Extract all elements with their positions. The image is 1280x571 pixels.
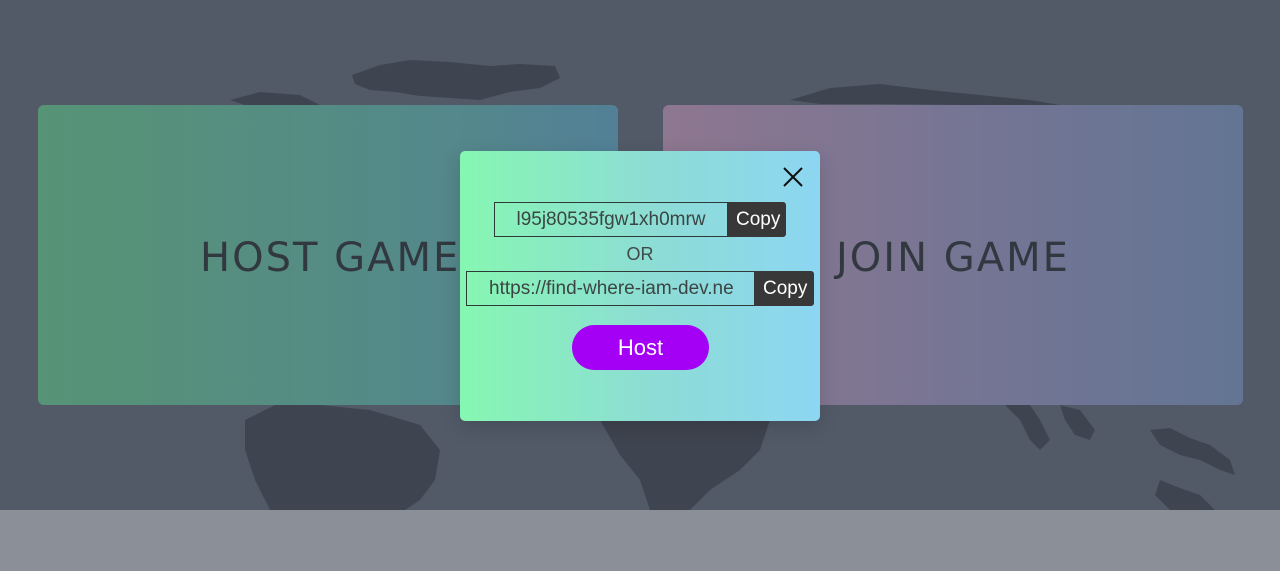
copy-code-button[interactable]: Copy (727, 202, 786, 237)
game-code-field[interactable] (494, 202, 727, 237)
host-game-title: HOST GAME (200, 235, 461, 281)
game-code-row: Copy (494, 202, 786, 237)
host-button[interactable]: Host (572, 325, 709, 370)
app-root: HOST GAME JOIN GAME Copy OR Copy Host (0, 0, 1280, 571)
game-url-field[interactable] (466, 271, 754, 306)
or-separator: OR (626, 244, 654, 264)
game-url-row: Copy (466, 271, 814, 306)
host-game-modal: Copy OR Copy Host (460, 151, 820, 421)
copy-url-button[interactable]: Copy (754, 271, 814, 306)
close-icon (783, 167, 803, 187)
close-button[interactable] (780, 164, 806, 190)
join-game-title: JOIN GAME (836, 235, 1070, 281)
